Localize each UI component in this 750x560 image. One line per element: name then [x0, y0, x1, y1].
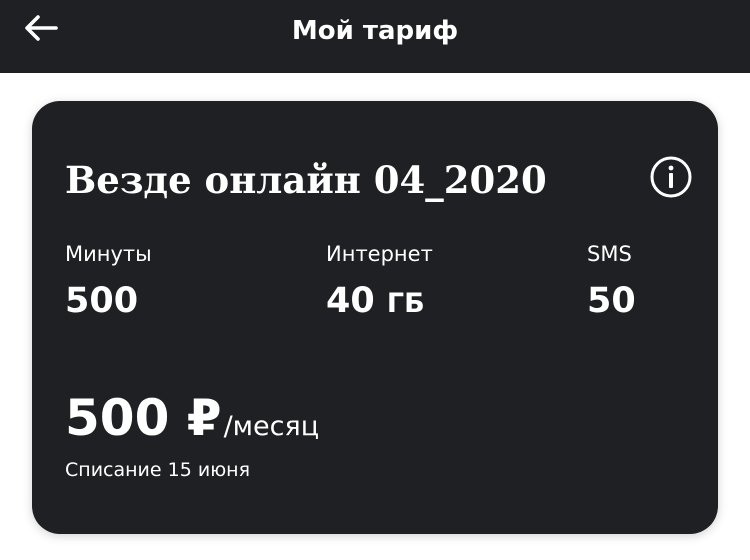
- tariff-name: Везде онлайн 04_2020: [65, 158, 547, 202]
- internet-stat: Интернет 40 ГБ: [326, 240, 433, 325]
- price-row: 500 ₽/месяц: [65, 388, 319, 448]
- info-icon: [650, 156, 692, 198]
- internet-value-row: 40 ГБ: [326, 280, 433, 325]
- tariff-card: Везде онлайн 04_2020 Минуты 500 Интернет…: [32, 101, 718, 534]
- sms-label: SMS: [587, 242, 632, 266]
- price-period: /месяц: [223, 411, 320, 442]
- minutes-value: 500: [65, 281, 139, 321]
- internet-unit: ГБ: [386, 288, 425, 319]
- internet-label: Интернет: [326, 242, 433, 266]
- sms-value: 50: [587, 281, 636, 321]
- minutes-label: Минуты: [65, 242, 152, 266]
- top-app-bar: Мой тариф: [0, 0, 750, 73]
- price-amount: 500 ₽: [65, 389, 222, 447]
- charge-date: Списание 15 июня: [65, 459, 251, 481]
- sms-stat: SMS 50: [587, 240, 636, 322]
- internet-value: 40: [326, 281, 375, 321]
- minutes-stat: Минуты 500: [65, 240, 152, 322]
- page-title: Мой тариф: [291, 16, 459, 46]
- info-button[interactable]: [646, 152, 696, 202]
